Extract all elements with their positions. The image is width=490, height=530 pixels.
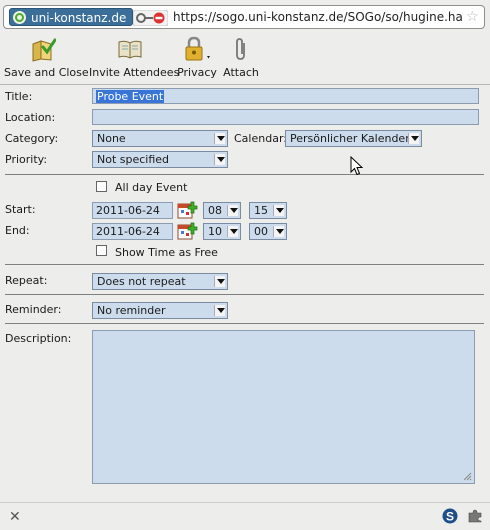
section-divider xyxy=(5,264,484,265)
repeat-select[interactable]: Does not repeat xyxy=(92,273,228,290)
chevron-down-icon xyxy=(273,226,284,237)
site-host-label: uni-konstanz.de xyxy=(31,11,127,25)
end-label: End: xyxy=(5,224,30,237)
calendar-picker-icon[interactable] xyxy=(177,201,198,220)
chevron-down-icon xyxy=(408,133,419,144)
start-minute-value: 15 xyxy=(254,204,268,217)
calendar-select[interactable]: Persönlicher Kalender xyxy=(285,130,422,147)
invite-attendees-label: Invite Attendees xyxy=(89,66,180,79)
priority-select[interactable]: Not specified xyxy=(92,151,228,168)
location-input[interactable] xyxy=(92,109,479,125)
bookmark-star-icon[interactable]: ☆ xyxy=(466,9,479,25)
show-time-free-checkbox[interactable] xyxy=(96,245,107,256)
lock-icon xyxy=(185,36,210,61)
location-label: Location: xyxy=(5,111,56,124)
calendar-select-value: Persönlicher Kalender xyxy=(290,132,410,145)
start-date-input[interactable]: 2011-06-24 xyxy=(92,202,173,219)
priority-label: Priority: xyxy=(5,153,48,166)
description-label: Description: xyxy=(5,332,72,345)
description-textarea[interactable] xyxy=(92,330,475,484)
all-day-checkbox[interactable] xyxy=(96,181,107,192)
privacy-button[interactable]: Privacy xyxy=(176,36,218,80)
category-label: Category: xyxy=(5,132,59,145)
section-divider xyxy=(5,323,484,324)
title-input[interactable]: Probe Event xyxy=(92,88,479,104)
show-time-free-label: Show Time as Free xyxy=(115,246,218,259)
category-select[interactable]: None xyxy=(92,130,228,147)
attach-label: Attach xyxy=(223,66,259,79)
invite-attendees-button[interactable]: Invite Attendees xyxy=(89,36,180,80)
reminder-label: Reminder: xyxy=(5,303,62,316)
reminder-select[interactable]: No reminder xyxy=(92,302,228,319)
toolbar-divider xyxy=(0,84,490,85)
start-hour-value: 08 xyxy=(208,204,222,217)
end-minute-value: 00 xyxy=(254,225,268,238)
end-hour-select[interactable]: 10 xyxy=(203,223,241,240)
category-select-value: None xyxy=(97,132,126,145)
start-hour-select[interactable]: 08 xyxy=(203,202,241,219)
chevron-down-icon xyxy=(214,133,225,144)
save-and-close-button[interactable]: Save and Close xyxy=(4,36,89,80)
sogo-connector-icon[interactable]: S xyxy=(442,508,458,524)
start-label: Start: xyxy=(5,203,36,216)
paperclip-icon xyxy=(236,38,245,60)
chevron-down-icon xyxy=(214,276,225,287)
start-minute-select[interactable]: 15 xyxy=(249,202,287,219)
chevron-down-icon xyxy=(227,205,238,216)
resize-grip-icon[interactable] xyxy=(463,472,472,481)
calendar-picker-icon[interactable] xyxy=(177,222,198,241)
close-icon[interactable]: ✕ xyxy=(9,509,21,525)
url-bar[interactable]: uni-konstanz.de https://sogo.uni-konstan… xyxy=(3,5,485,29)
url-text[interactable]: https://sogo.uni-konstanz.de/SOGo/so/hug… xyxy=(173,10,463,24)
priority-select-value: Not specified xyxy=(97,153,170,166)
section-divider xyxy=(5,174,484,175)
attach-button[interactable]: Attach xyxy=(222,36,260,80)
calendar-label: Calendar: xyxy=(234,132,287,145)
title-input-value: Probe Event xyxy=(96,90,165,103)
all-day-label: All day Event xyxy=(115,181,188,194)
chevron-down-icon xyxy=(227,226,238,237)
password-key-icon[interactable] xyxy=(133,10,168,26)
addon-puzzle-icon[interactable] xyxy=(467,509,483,523)
mouse-cursor-icon xyxy=(350,156,363,176)
save-close-icon xyxy=(32,38,56,62)
privacy-label: Privacy xyxy=(177,66,217,79)
end-minute-select[interactable]: 00 xyxy=(249,223,287,240)
site-identity-badge[interactable]: uni-konstanz.de xyxy=(9,8,133,26)
repeat-label: Repeat: xyxy=(5,274,48,287)
chevron-down-icon xyxy=(273,205,284,216)
reminder-select-value: No reminder xyxy=(97,304,166,317)
end-date-input[interactable]: 2011-06-24 xyxy=(92,223,173,240)
section-divider xyxy=(5,294,484,295)
chevron-down-icon xyxy=(214,305,225,316)
site-identity-icon xyxy=(13,11,26,24)
end-hour-value: 10 xyxy=(208,225,222,238)
repeat-select-value: Does not repeat xyxy=(97,275,186,288)
title-label: Title: xyxy=(5,90,33,103)
save-and-close-label: Save and Close xyxy=(4,66,89,79)
svg-text:S: S xyxy=(446,510,454,524)
chevron-down-icon xyxy=(214,154,225,165)
status-bar: ✕ S xyxy=(0,502,490,530)
invite-book-icon xyxy=(118,40,142,59)
